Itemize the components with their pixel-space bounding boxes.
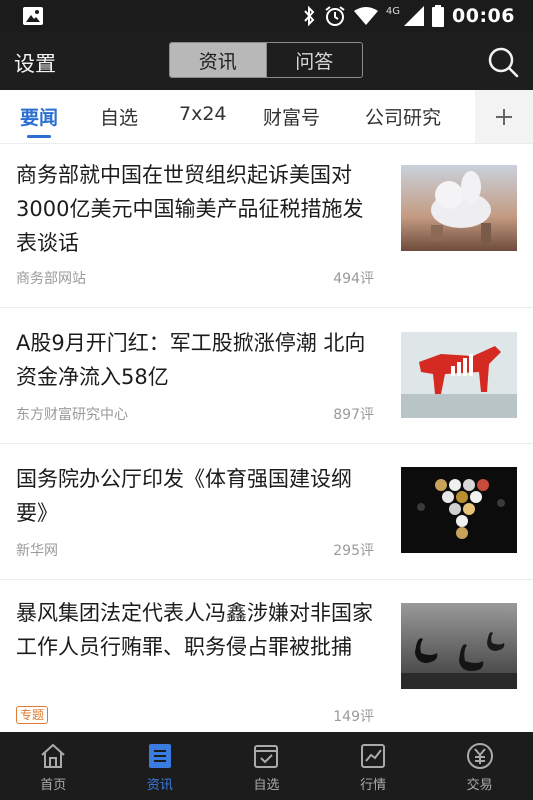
yuan-trade-icon bbox=[466, 743, 493, 769]
news-item[interactable]: 国务院办公厅印发《体育强国建设纲要》 新华网 295评 bbox=[0, 444, 533, 580]
comment-count: 149评 bbox=[333, 709, 374, 725]
category-tabs: 要闻 自选 7x24 财富号 公司研究 bbox=[0, 90, 533, 144]
search-icon[interactable] bbox=[486, 45, 520, 79]
status-bar: 4G 00:06 bbox=[0, 0, 533, 32]
segment-qa[interactable]: 问答 bbox=[265, 43, 363, 77]
news-icon bbox=[148, 744, 171, 768]
tab-wealth[interactable]: 财富号 bbox=[263, 103, 320, 130]
clock: 00:06 bbox=[452, 5, 515, 27]
add-tab-button[interactable] bbox=[475, 90, 533, 143]
news-thumbnail bbox=[401, 332, 517, 418]
watchlist-icon bbox=[254, 745, 279, 768]
nav-label: 首页 bbox=[40, 778, 67, 793]
news-list: 商务部就中国在世贸组织起诉美国对3000亿美元中国输美产品征税措施发表谈话 商务… bbox=[0, 150, 533, 736]
bottom-navigation: 首页 资讯 自选 行情 交易 bbox=[0, 732, 533, 800]
news-title: A股9月开门红：军工股掀涨停潮 北向资金净流入58亿 bbox=[16, 331, 366, 389]
tab-company-research[interactable]: 公司研究 bbox=[365, 103, 441, 130]
app-header: 设置 资讯 问答 bbox=[0, 32, 533, 90]
news-item[interactable]: 商务部就中国在世贸组织起诉美国对3000亿美元中国输美产品征税措施发表谈话 商务… bbox=[0, 150, 533, 308]
news-title: 国务院办公厅印发《体育强国建设纲要》 bbox=[16, 467, 352, 525]
tab-headlines[interactable]: 要闻 bbox=[20, 103, 58, 130]
segment-news[interactable]: 资讯 bbox=[170, 43, 266, 77]
plus-icon bbox=[496, 108, 512, 125]
news-item[interactable]: 暴风集团法定代表人冯鑫涉嫌对非国家工作人员行贿罪、职务侵占罪被批捕 专题 149… bbox=[0, 580, 533, 736]
nav-label: 自选 bbox=[253, 778, 280, 793]
nav-market[interactable]: 行情 bbox=[320, 732, 427, 800]
news-item[interactable]: A股9月开门红：军工股掀涨停潮 北向资金净流入58亿 东方财富研究中心 897评 bbox=[0, 308, 533, 444]
segmented-control: 资讯 问答 bbox=[169, 42, 363, 78]
tab-7x24[interactable]: 7x24 bbox=[179, 103, 227, 125]
battery-icon bbox=[432, 5, 445, 27]
news-thumbnail bbox=[401, 603, 517, 689]
nav-news[interactable]: 资讯 bbox=[107, 732, 214, 800]
active-tab-indicator bbox=[27, 135, 51, 138]
topic-badge: 专题 bbox=[16, 706, 49, 724]
news-title: 商务部就中国在世贸组织起诉美国对3000亿美元中国输美产品征税措施发表谈话 bbox=[16, 163, 364, 255]
news-source: 新华网 bbox=[16, 543, 58, 559]
news-thumbnail bbox=[401, 165, 517, 251]
nav-home[interactable]: 首页 bbox=[0, 732, 107, 800]
nav-label: 交易 bbox=[466, 778, 493, 793]
nav-trade[interactable]: 交易 bbox=[426, 732, 533, 800]
signal-icon bbox=[404, 6, 425, 26]
nav-label: 行情 bbox=[360, 778, 387, 793]
comment-count: 897评 bbox=[333, 407, 374, 423]
alarm-icon bbox=[325, 6, 345, 26]
news-title: 暴风集团法定代表人冯鑫涉嫌对非国家工作人员行贿罪、职务侵占罪被批捕 bbox=[16, 601, 373, 659]
bluetooth-icon bbox=[304, 6, 315, 26]
news-source: 商务部网站 bbox=[16, 271, 86, 287]
nav-label: 资讯 bbox=[146, 778, 173, 793]
tab-watchlist[interactable]: 自选 bbox=[100, 103, 138, 130]
wifi-icon bbox=[353, 7, 378, 25]
home-icon bbox=[41, 743, 65, 768]
comment-count: 494评 bbox=[333, 271, 374, 287]
news-source: 东方财富研究中心 bbox=[16, 407, 128, 423]
settings-button[interactable]: 设置 bbox=[14, 48, 56, 78]
comment-count: 295评 bbox=[333, 543, 374, 559]
nav-watchlist[interactable]: 自选 bbox=[213, 732, 320, 800]
market-chart-icon bbox=[361, 744, 386, 768]
news-thumbnail bbox=[401, 467, 517, 553]
image-notification-icon bbox=[23, 7, 43, 25]
network-type: 4G bbox=[385, 5, 401, 17]
